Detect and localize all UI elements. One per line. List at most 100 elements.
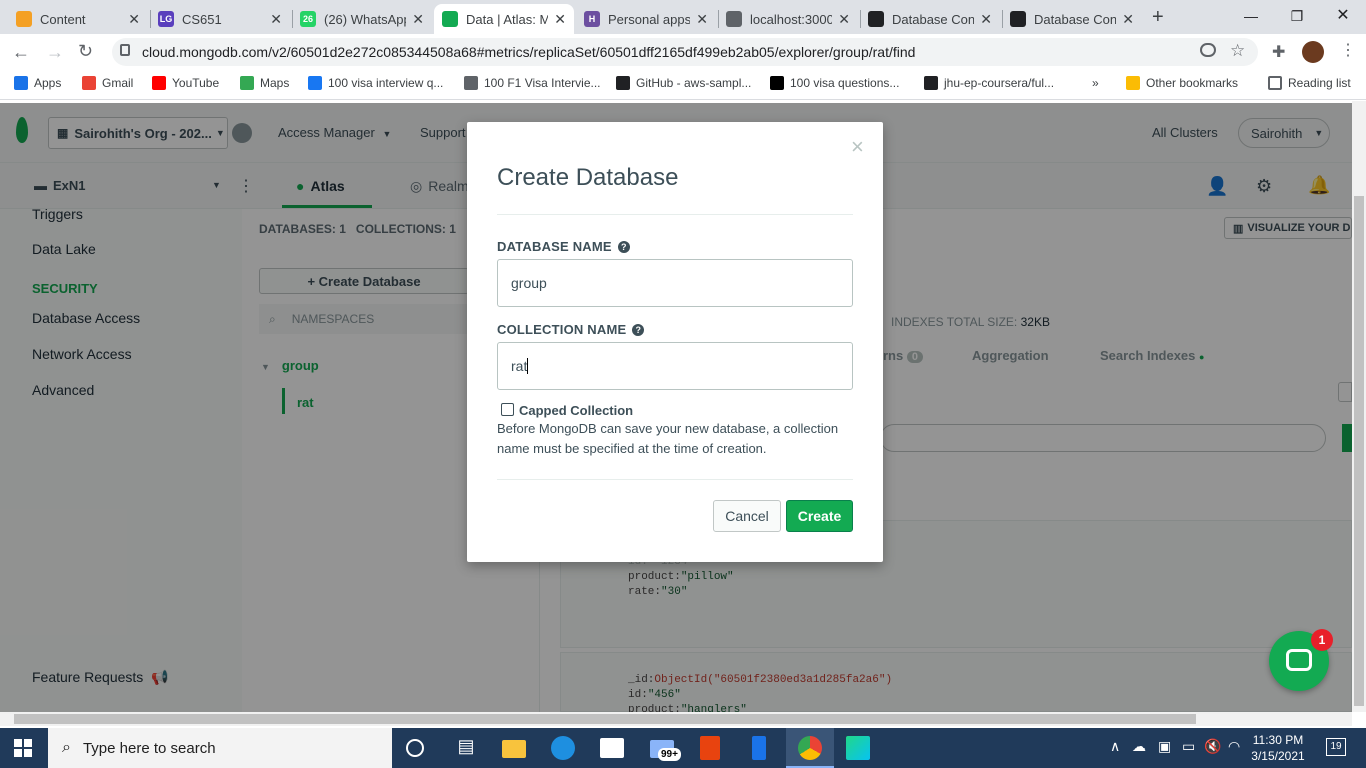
close-window-button[interactable]: ✕ (1320, 4, 1366, 28)
tab-close-icon[interactable]: ✕ (696, 11, 708, 28)
bookmarks-overflow[interactable]: » (1092, 76, 1099, 90)
tab-close-icon[interactable]: ✕ (554, 11, 566, 28)
edge-icon[interactable] (551, 736, 575, 760)
menu-icon[interactable]: ⋮ (1340, 40, 1356, 60)
bookmark-favicon-icon (616, 76, 630, 90)
notification-center-icon[interactable]: 19 (1326, 738, 1346, 756)
tray-chevron-icon[interactable]: ∧ (1110, 738, 1120, 755)
volume-muted-icon[interactable]: 🔇 (1204, 738, 1221, 755)
modal-close-button[interactable]: × (851, 134, 864, 160)
cancel-button[interactable]: Cancel (713, 500, 781, 532)
tab-favicon-icon: 26 (300, 11, 316, 27)
browser-tab[interactable]: H Personal apps ✕ (576, 4, 716, 34)
office-icon[interactable] (700, 736, 720, 760)
tab-favicon-icon (868, 11, 884, 27)
bookmark-item[interactable]: Gmail (82, 76, 133, 90)
bookmark-item[interactable]: Maps (240, 76, 289, 90)
restore-button[interactable]: ❐ (1274, 4, 1320, 28)
network-monitor-icon[interactable]: ▣ (1158, 738, 1171, 755)
bookmark-label: Apps (34, 76, 62, 90)
clock[interactable]: 11:30 PM 3/15/2021 (1250, 732, 1306, 764)
text-cursor (527, 358, 529, 374)
webstorm-icon[interactable] (846, 736, 870, 760)
taskbar-search-placeholder: Type here to search (82, 739, 216, 757)
create-button[interactable]: Create (786, 500, 853, 532)
tab-close-icon[interactable]: ✕ (270, 11, 282, 28)
taskbar-search[interactable]: ⌕ Type here to search (48, 728, 392, 768)
horizontal-scrollbar[interactable] (0, 712, 1352, 726)
bookmark-favicon-icon (464, 76, 478, 90)
windows-start-icon[interactable] (14, 739, 32, 757)
browser-tab[interactable]: localhost:3000 ✕ (718, 4, 858, 34)
help-icon[interactable]: ? (617, 240, 630, 253)
folder-icon (1126, 76, 1140, 90)
help-icon[interactable]: ? (632, 323, 645, 336)
url-text: cloud.mongodb.com/v2/60501d2e272c0853445… (142, 44, 916, 60)
tab-title: Database Con (892, 11, 975, 27)
browser-tab[interactable]: LG CS651 ✕ (150, 4, 290, 34)
onedrive-icon[interactable]: ☁ (1132, 738, 1146, 755)
task-view-icon[interactable]: ▤ (454, 736, 478, 760)
browser-tab[interactable]: Database Con ✕ (860, 4, 1000, 34)
lock-icon[interactable] (120, 44, 130, 56)
tab-title: Data | Atlas: M (466, 11, 549, 27)
bookmark-favicon-icon (240, 76, 254, 90)
other-bookmarks[interactable]: Other bookmarks (1126, 76, 1238, 90)
capped-collection-checkbox[interactable] (501, 403, 514, 416)
bookmark-favicon-icon (924, 76, 938, 90)
bookmark-label: YouTube (172, 76, 220, 90)
bookmark-label: 100 visa interview q... (328, 76, 444, 90)
bookmark-item[interactable]: 100 visa interview q... (308, 76, 443, 90)
reload-icon[interactable]: ↻ (78, 41, 93, 62)
battery-icon[interactable]: ▭ (1182, 738, 1195, 755)
bookmark-favicon-icon (770, 76, 784, 90)
profile-avatar[interactable] (1302, 41, 1324, 63)
back-icon[interactable]: ← (12, 42, 30, 63)
vertical-scroll-thumb[interactable] (1354, 196, 1364, 706)
capped-collection-label[interactable]: Capped Collection (519, 403, 633, 418)
tab-favicon-icon (16, 11, 32, 27)
browser-tab[interactable]: Content ✕ (8, 4, 148, 34)
forward-icon[interactable]: → (46, 42, 64, 63)
bookmark-item[interactable]: GitHub - aws-sampl... (616, 76, 751, 90)
bookmark-item[interactable]: YouTube (152, 76, 219, 90)
tab-close-icon[interactable]: ✕ (1122, 11, 1134, 28)
extensions-icon[interactable]: ✚ (1272, 42, 1285, 62)
bookmark-favicon-icon (152, 76, 166, 90)
tab-close-icon[interactable]: ✕ (838, 11, 850, 28)
bookmark-item[interactable]: jhu-ep-coursera/ful... (924, 76, 1054, 90)
database-name-label: DATABASE NAME? (497, 239, 630, 254)
chat-badge: 1 (1311, 629, 1333, 651)
vertical-scrollbar[interactable] (1352, 101, 1366, 712)
tracking-blocked-icon[interactable] (1200, 43, 1216, 57)
tab-close-icon[interactable]: ✕ (980, 11, 992, 28)
file-explorer-icon[interactable] (502, 740, 526, 758)
store-icon[interactable] (600, 738, 624, 758)
bookmark-label: Gmail (102, 76, 134, 90)
database-name-input[interactable]: group (497, 259, 853, 307)
tab-close-icon[interactable]: ✕ (412, 11, 424, 28)
reading-list[interactable]: Reading list (1268, 76, 1351, 90)
new-tab-button[interactable]: + (1152, 6, 1164, 29)
bookmark-item[interactable]: Apps (14, 76, 61, 90)
browser-tab[interactable]: 26 (26) WhatsApp ✕ (292, 4, 432, 34)
bookmark-star-icon[interactable]: ☆ (1230, 41, 1245, 61)
tab-close-icon[interactable]: ✕ (128, 11, 140, 28)
tab-favicon-icon: LG (158, 11, 174, 27)
wifi-icon[interactable]: ◠ (1228, 738, 1240, 755)
collection-name-input[interactable]: rat (497, 342, 853, 390)
chrome-icon[interactable] (798, 736, 822, 760)
cortana-icon[interactable] (406, 739, 424, 757)
bookmark-label: Maps (260, 76, 290, 90)
bookmark-item[interactable]: 100 F1 Visa Intervie... (464, 76, 601, 90)
browser-tab[interactable]: Data | Atlas: M ✕ (434, 4, 574, 34)
horizontal-scroll-thumb[interactable] (14, 714, 1196, 724)
browser-tab[interactable]: Database Con ✕ (1002, 4, 1142, 34)
tab-favicon-icon (726, 11, 742, 27)
bookmark-item[interactable]: 100 visa questions... (770, 76, 899, 90)
modal-divider (497, 214, 853, 215)
bookmark-favicon-icon (82, 76, 96, 90)
minimize-button[interactable]: — (1228, 4, 1274, 28)
phone-app-icon[interactable] (752, 736, 766, 760)
collection-name-value: rat (511, 358, 528, 374)
